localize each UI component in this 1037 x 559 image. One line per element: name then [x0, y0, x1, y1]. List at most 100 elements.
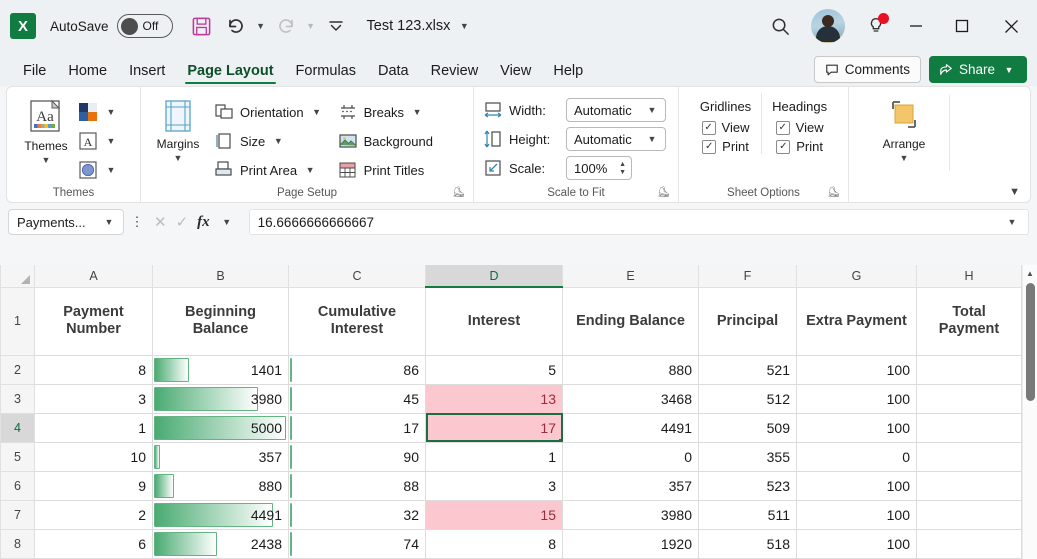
scale-spinner[interactable]: ▲ ▼	[619, 161, 626, 176]
tab-formulas[interactable]: Formulas	[285, 63, 367, 86]
cell-e4[interactable]: 4491	[562, 412, 699, 443]
height-chevron-down-icon[interactable]: ▼	[644, 134, 660, 144]
maximize-button[interactable]	[939, 0, 985, 52]
cell-d6[interactable]: 3	[425, 470, 563, 501]
cell-c3[interactable]: 45	[288, 383, 426, 414]
insert-function-icon[interactable]: fx	[197, 214, 210, 231]
theme-fonts-chevron-down-icon[interactable]: ▼	[103, 136, 119, 146]
headings-print-checkbox[interactable]: ✓ Print	[776, 139, 823, 154]
column-header-h[interactable]: H	[916, 265, 1022, 288]
undo-dropdown-chevron-down-icon[interactable]: ▼	[253, 21, 269, 31]
document-title[interactable]: Test 123.xlsx	[367, 18, 451, 34]
margins-button[interactable]: Margins ▼	[149, 95, 207, 163]
cell-g2[interactable]: 100	[796, 354, 917, 385]
cell-h6[interactable]	[916, 470, 1022, 501]
save-icon[interactable]	[185, 9, 219, 43]
expand-formula-bar-chevron-down-icon[interactable]: ▼	[1004, 217, 1020, 227]
cell-c4[interactable]: 17	[288, 412, 426, 443]
cell-c6[interactable]: 88	[288, 470, 426, 501]
row-header-7[interactable]: 7	[0, 499, 35, 530]
cell-a3[interactable]: 3	[34, 383, 153, 414]
header-cell-a1[interactable]: Payment Number	[34, 286, 153, 356]
breaks-chevron-down-icon[interactable]: ▼	[409, 107, 425, 117]
header-cell-d1[interactable]: Interest	[425, 286, 563, 356]
orientation-button[interactable]: Orientation ▼	[213, 99, 325, 125]
share-chevron-down-icon[interactable]: ▼	[1001, 65, 1017, 75]
cell-h7[interactable]	[916, 499, 1022, 530]
cell-e5[interactable]: 0	[562, 441, 699, 472]
height-select[interactable]: Automatic ▼	[566, 127, 666, 151]
row-header-4[interactable]: 4	[0, 412, 35, 443]
cell-a6[interactable]: 9	[34, 470, 153, 501]
close-button[interactable]	[985, 0, 1037, 52]
cell-d4[interactable]: 17	[425, 412, 563, 443]
cell-h2[interactable]	[916, 354, 1022, 385]
margins-chevron-down-icon[interactable]: ▼	[174, 153, 183, 163]
cell-f7[interactable]: 511	[698, 499, 797, 530]
customize-quick-access-toolbar-icon[interactable]	[319, 9, 353, 43]
cell-a4[interactable]: 1	[34, 412, 153, 443]
print-area-chevron-down-icon[interactable]: ▼	[302, 165, 318, 175]
enter-icon[interactable]: ✓	[176, 213, 189, 231]
cell-g4[interactable]: 100	[796, 412, 917, 443]
size-button[interactable]: Size ▼	[213, 128, 325, 154]
background-button[interactable]: Background	[337, 128, 433, 154]
tab-data[interactable]: Data	[367, 63, 420, 86]
column-header-d[interactable]: D	[425, 265, 563, 288]
cell-d5[interactable]: 1	[425, 441, 563, 472]
document-title-chevron-down-icon[interactable]: ▼	[456, 21, 472, 31]
cell-h4[interactable]	[916, 412, 1022, 443]
header-cell-g1[interactable]: Extra Payment	[796, 286, 917, 356]
header-cell-h1[interactable]: Total Payment	[916, 286, 1022, 356]
column-header-g[interactable]: G	[796, 265, 917, 288]
theme-effects-button[interactable]: ▼	[77, 157, 119, 183]
sheet-options-dialog-launcher-icon[interactable]: ⛸	[827, 187, 840, 198]
undo-icon[interactable]	[219, 9, 253, 43]
cell-g5[interactable]: 0	[796, 441, 917, 472]
row-header-6[interactable]: 6	[0, 470, 35, 501]
tab-file[interactable]: File	[12, 63, 57, 86]
collapse-ribbon-chevron-up-icon[interactable]: ▼	[1009, 186, 1020, 198]
row-header-3[interactable]: 3	[0, 383, 35, 414]
cell-c2[interactable]: 86	[288, 354, 426, 385]
print-titles-button[interactable]: Print Titles	[337, 157, 433, 183]
themes-button[interactable]: Aa Themes ▼	[15, 95, 77, 165]
cell-g6[interactable]: 100	[796, 470, 917, 501]
select-all-corner[interactable]	[0, 265, 35, 288]
cell-h5[interactable]	[916, 441, 1022, 472]
cell-a8[interactable]: 6	[34, 528, 153, 559]
cell-c8[interactable]: 74	[288, 528, 426, 559]
scale-to-fit-dialog-launcher-icon[interactable]: ⛸	[657, 187, 670, 198]
cell-d8[interactable]: 8	[425, 528, 563, 559]
theme-colors-chevron-down-icon[interactable]: ▼	[103, 107, 119, 117]
cell-h8[interactable]	[916, 528, 1022, 559]
scrollbar-thumb[interactable]	[1026, 283, 1035, 401]
scale-input[interactable]: 100% ▲ ▼	[566, 156, 632, 180]
cell-d7[interactable]: 15	[425, 499, 563, 530]
cell-e3[interactable]: 3468	[562, 383, 699, 414]
autosave-toggle[interactable]: Off	[116, 14, 173, 38]
themes-chevron-down-icon[interactable]: ▼	[42, 155, 51, 165]
cell-b4[interactable]: 5000	[152, 412, 289, 443]
cell-f4[interactable]: 509	[698, 412, 797, 443]
row-header-2[interactable]: 2	[0, 354, 35, 385]
print-area-button[interactable]: Print Area ▼	[213, 157, 325, 183]
arrange-chevron-down-icon[interactable]: ▼	[900, 153, 909, 163]
tab-page-layout[interactable]: Page Layout	[176, 63, 284, 86]
cell-f5[interactable]: 355	[698, 441, 797, 472]
column-header-a[interactable]: A	[34, 265, 153, 288]
column-header-e[interactable]: E	[562, 265, 699, 288]
cancel-icon[interactable]: ✕	[154, 213, 167, 231]
cell-g8[interactable]: 100	[796, 528, 917, 559]
cell-b2[interactable]: 1401	[152, 354, 289, 385]
vertical-scrollbar[interactable]: ▲	[1022, 265, 1037, 559]
search-icon[interactable]	[763, 9, 797, 43]
header-cell-b1[interactable]: Beginning Balance	[152, 286, 289, 356]
formula-chevron-down-icon[interactable]: ▼	[219, 217, 235, 227]
breaks-button[interactable]: Breaks ▼	[337, 99, 433, 125]
minimize-button[interactable]	[893, 0, 939, 52]
theme-effects-chevron-down-icon[interactable]: ▼	[103, 165, 119, 175]
header-cell-c1[interactable]: Cumulative Interest	[288, 286, 426, 356]
tab-view[interactable]: View	[489, 63, 542, 86]
gridlines-view-checkbox[interactable]: ✓ View	[701, 120, 750, 135]
